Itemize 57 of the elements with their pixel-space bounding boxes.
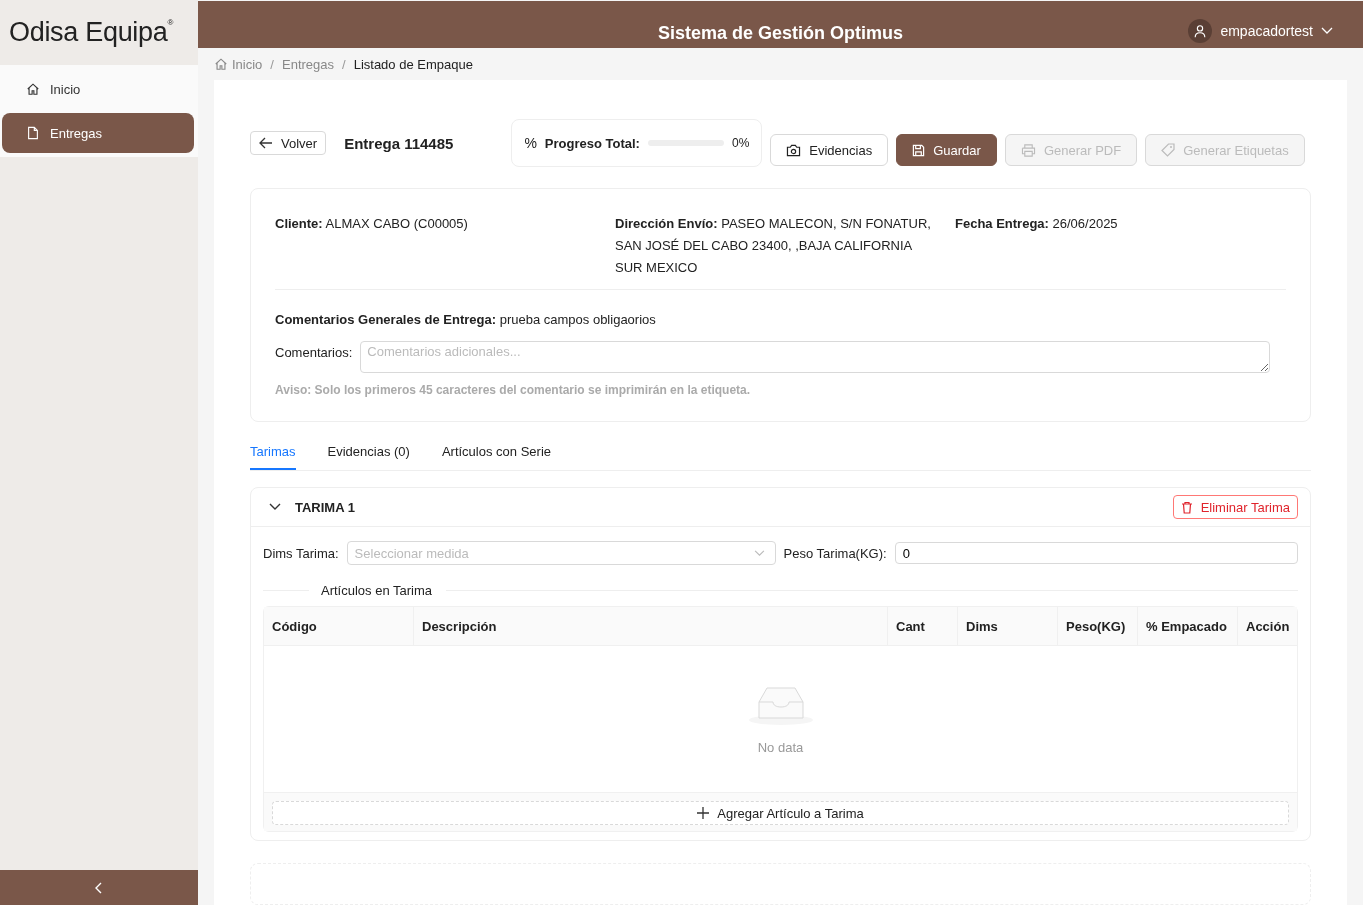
pallet-title: TARIMA 1 (295, 499, 355, 515)
tag-icon (1161, 143, 1176, 157)
comments-label: Comentarios: (275, 345, 353, 360)
chevron-down-icon (753, 549, 765, 557)
breadcrumb-item: Listado de Empaque (353, 56, 473, 72)
printer-icon (1020, 143, 1036, 157)
column-header: Acción (1245, 617, 1291, 636)
notice-text: Aviso: Solo los primeros 45 caracteres del comentario se imprimirán en la etiqueta. (275, 383, 752, 397)
column-header: Descripción (414, 607, 888, 645)
user-icon (1193, 24, 1208, 38)
back-button[interactable]: Volver (250, 131, 327, 155)
chevron-icon[interactable] (269, 503, 281, 511)
progress-label: Progreso Total: (544, 135, 640, 151)
camera-icon (786, 143, 802, 157)
tab[interactable]: Artículos con Serie (441, 442, 551, 470)
dims-label: Dims Tarima: (263, 545, 339, 561)
tab[interactable]: Evidencias (0) (327, 442, 410, 470)
empty-text: No data (757, 739, 804, 755)
home-icon (214, 57, 228, 72)
column-header: % Empacado (1138, 607, 1238, 645)
trash-icon (1180, 500, 1193, 514)
section-title: Artículos en Tarima (321, 583, 433, 598)
logo-text: Odisa Equipa$^{®}$ (9, 17, 174, 48)
file-icon (26, 126, 40, 140)
sidebar-item[interactable]: Inicio (2, 69, 194, 109)
plus-icon (697, 807, 710, 819)
column-header: Dims (958, 607, 1058, 645)
percent-icon: % (524, 135, 537, 151)
breadcrumb-separator: / (270, 56, 274, 72)
info-field: Cliente: ALMAX CABO (C00005) (275, 213, 615, 279)
info-field: Dirección Envío: PASEO MALECON, S/N FONATUR, SAN JOSÉ DEL CABO 23400, ,BAJA CALIFORNIA SUR MEXICO (615, 213, 955, 279)
toolbar-button[interactable]: Guardar (896, 134, 997, 166)
add-item-button[interactable]: Agregar Artículo a Tarima (272, 801, 1289, 825)
tab[interactable]: Tarimas (250, 442, 296, 470)
column-header: Código (264, 607, 414, 645)
weight-label: Peso Tarima(KG): (783, 545, 887, 561)
home-icon (26, 82, 40, 96)
info-field: Fecha Entrega: 26/06/2025 (955, 213, 1286, 279)
comments-field[interactable]: Comentarios adicionales... (360, 341, 1270, 373)
toolbar-button[interactable]: Evidencias (770, 134, 889, 166)
user-menu[interactable]: empacadortest (1188, 19, 1333, 43)
column-header: Peso(KG) (1058, 607, 1138, 645)
weight-field[interactable]: 0 (894, 542, 1298, 564)
chevron-left-icon (94, 881, 104, 894)
breadcrumb-separator: / (342, 56, 346, 72)
sidebar-item[interactable]: Entregas (2, 113, 194, 153)
progress-reading: 0% (731, 136, 750, 150)
chevron-down-icon (1321, 27, 1333, 35)
breadcrumb-item[interactable]: Entregas (282, 56, 335, 72)
column-header: Cant (888, 607, 958, 645)
delivery-title: Entrega 114485 (344, 134, 454, 152)
general-comments: Comentarios Generales de Entrega: prueba campos obligaorios (275, 312, 657, 327)
app-title: Sistema de Gestión Optimus (657, 23, 904, 45)
delete-pallet-button[interactable]: Eliminar Tarima (1172, 495, 1298, 519)
arrow-left-icon (259, 137, 273, 149)
save-icon (912, 143, 926, 157)
breadcrumb-item[interactable]: Inicio (232, 56, 263, 72)
